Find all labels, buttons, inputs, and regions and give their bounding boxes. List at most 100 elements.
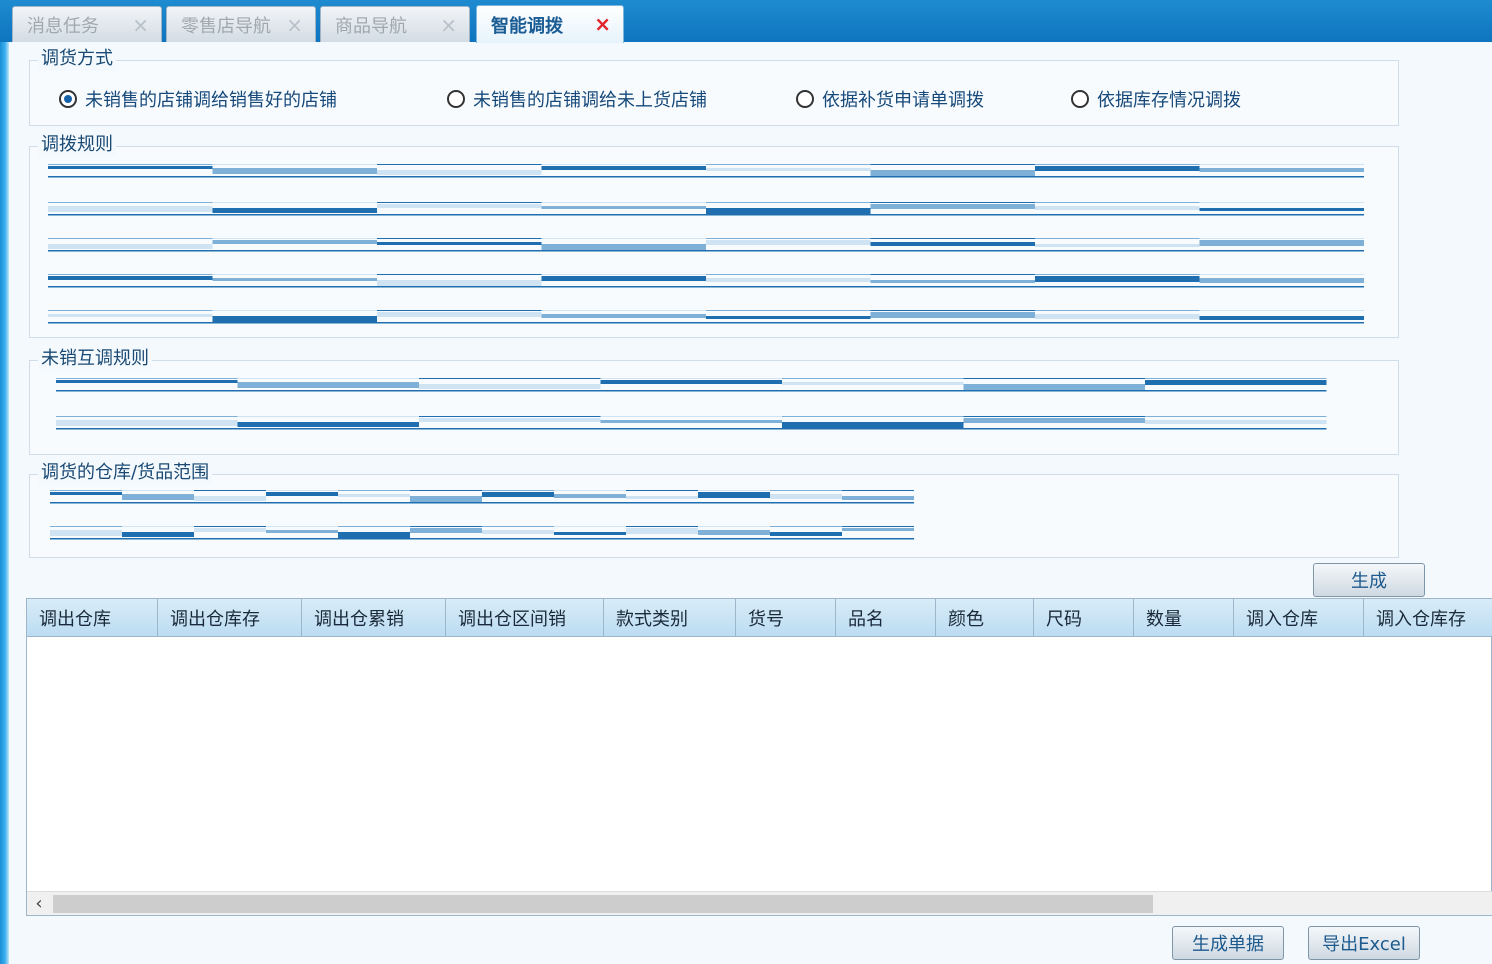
range-content bbox=[50, 490, 914, 540]
scanline-rule bbox=[377, 286, 542, 288]
scanline-rule bbox=[194, 526, 266, 527]
tab-message-tasks[interactable]: 消息任务 × bbox=[12, 6, 162, 42]
scanline-rule bbox=[782, 378, 964, 379]
col-item-number[interactable]: 货号 bbox=[735, 599, 835, 637]
scanline-rule bbox=[1199, 164, 1364, 165]
col-style-category[interactable]: 款式类别 bbox=[603, 599, 735, 637]
scanline-band bbox=[377, 312, 542, 317]
col-in-stock[interactable]: 调入仓库存 bbox=[1363, 599, 1492, 637]
scanline-rule bbox=[554, 538, 626, 540]
scanline-rule bbox=[626, 526, 698, 527]
chevron-left-icon[interactable]: ‹ bbox=[31, 892, 47, 916]
scanline-rule bbox=[541, 274, 706, 275]
scanline-band bbox=[338, 494, 410, 497]
scanline-band bbox=[48, 314, 213, 317]
scanline-rule bbox=[212, 202, 377, 203]
scanline-rule bbox=[1035, 214, 1200, 216]
tab-smart-transfer[interactable]: 智能调拨 × bbox=[476, 5, 624, 43]
radio-by-inventory[interactable]: 依据库存情况调拨 bbox=[1071, 86, 1241, 112]
grid-header: 调出仓库 调出仓库存 调出仓累销 调出仓区间销 款式类别 货号 品名 颜色 尺码… bbox=[27, 599, 1492, 637]
scanline-rule bbox=[706, 164, 871, 165]
scanline-rule bbox=[1035, 250, 1200, 252]
scanline-rule bbox=[56, 378, 238, 379]
col-size[interactable]: 尺码 bbox=[1033, 599, 1133, 637]
col-quantity[interactable]: 数量 bbox=[1133, 599, 1233, 637]
close-icon[interactable]: × bbox=[594, 12, 611, 36]
scanline-rule bbox=[782, 416, 964, 417]
scanline-rule bbox=[410, 526, 482, 527]
scanline-rule bbox=[377, 176, 542, 178]
col-out-period-sales[interactable]: 调出仓区间销 bbox=[445, 599, 603, 637]
tab-product-nav[interactable]: 商品导航 × bbox=[320, 6, 470, 42]
scanline-band bbox=[963, 418, 1145, 423]
scanline-band bbox=[698, 530, 770, 535]
scanline-band bbox=[626, 496, 698, 499]
scanline-rule bbox=[541, 176, 706, 178]
scanline-rule bbox=[212, 214, 377, 216]
scanline-band bbox=[554, 532, 626, 535]
tab-label: 商品导航 bbox=[335, 15, 407, 37]
scanline-rule bbox=[706, 176, 871, 178]
scanline-rule bbox=[600, 390, 782, 392]
scanline-band bbox=[554, 494, 626, 498]
radio-checked-icon[interactable] bbox=[59, 90, 77, 108]
radio-by-replenish-request[interactable]: 依据补货申请单调拨 bbox=[796, 86, 984, 112]
radio-unsold-to-bestselling[interactable]: 未销售的店铺调给销售好的店铺 bbox=[59, 86, 337, 112]
transfer-rules-content bbox=[48, 164, 1364, 324]
scanline-band bbox=[1145, 380, 1327, 385]
scanline-band bbox=[541, 276, 706, 281]
scanline-band bbox=[870, 312, 1035, 318]
radio-unsold-to-unstocked[interactable]: 未销售的店铺调给未上货店铺 bbox=[447, 86, 707, 112]
scanline-rule bbox=[870, 202, 1035, 203]
scanline-band bbox=[782, 382, 964, 385]
scanline-band bbox=[626, 528, 698, 534]
results-grid: 调出仓库 调出仓库存 调出仓累销 调出仓区间销 款式类别 货号 品名 颜色 尺码… bbox=[26, 598, 1492, 916]
scanline-rule bbox=[212, 274, 377, 275]
scanline-band bbox=[212, 240, 377, 244]
horizontal-scrollbar[interactable]: ‹ bbox=[27, 891, 1492, 915]
scanline-rule bbox=[842, 538, 914, 540]
export-excel-button[interactable]: 导出Excel bbox=[1308, 926, 1420, 960]
radio-unchecked-icon[interactable] bbox=[796, 90, 814, 108]
scrollbar-thumb[interactable] bbox=[53, 895, 1153, 913]
col-out-stock[interactable]: 调出仓库存 bbox=[157, 599, 301, 637]
scanline-rule bbox=[698, 526, 770, 527]
scanline-band bbox=[782, 422, 964, 428]
generate-document-button[interactable]: 生成单据 bbox=[1172, 926, 1284, 960]
col-color[interactable]: 颜色 bbox=[935, 599, 1033, 637]
scanline-band bbox=[698, 492, 770, 498]
generate-button[interactable]: 生成 bbox=[1313, 563, 1425, 597]
scanline-rule bbox=[56, 416, 238, 417]
scanline-rule bbox=[1199, 238, 1364, 239]
scanline-rule bbox=[377, 164, 542, 165]
scanline-rule bbox=[782, 390, 964, 392]
scanline-rule bbox=[410, 538, 482, 540]
scanline-rule bbox=[212, 250, 377, 252]
scanline-rule bbox=[1145, 416, 1327, 417]
col-out-cumulative-sales[interactable]: 调出仓累销 bbox=[301, 599, 445, 637]
radio-unchecked-icon[interactable] bbox=[447, 90, 465, 108]
radio-unchecked-icon[interactable] bbox=[1071, 90, 1089, 108]
scanline-rule bbox=[770, 502, 842, 504]
scanline-rule bbox=[377, 202, 542, 203]
tab-retail-store-nav[interactable]: 零售店导航 × bbox=[166, 6, 316, 42]
scanline-band bbox=[48, 206, 213, 212]
scanline-rule bbox=[1199, 250, 1364, 252]
scanline-rule bbox=[56, 428, 238, 430]
scanline-rule bbox=[237, 378, 419, 379]
scanline-rule bbox=[963, 428, 1145, 430]
col-product-name[interactable]: 品名 bbox=[835, 599, 935, 637]
close-icon[interactable]: × bbox=[132, 13, 149, 37]
close-icon[interactable]: × bbox=[440, 13, 457, 37]
scanline-band bbox=[237, 422, 419, 427]
scanline-band bbox=[50, 492, 122, 495]
scanline-rule bbox=[541, 322, 706, 324]
close-icon[interactable]: × bbox=[286, 13, 303, 37]
scanline-rule bbox=[122, 502, 194, 504]
scanline-band bbox=[48, 166, 213, 169]
col-out-warehouse[interactable]: 调出仓库 bbox=[27, 599, 157, 637]
scanline-rule bbox=[698, 502, 770, 504]
scanline-rule bbox=[56, 390, 238, 392]
scanline-rule bbox=[541, 202, 706, 203]
col-in-warehouse[interactable]: 调入仓库 bbox=[1233, 599, 1363, 637]
